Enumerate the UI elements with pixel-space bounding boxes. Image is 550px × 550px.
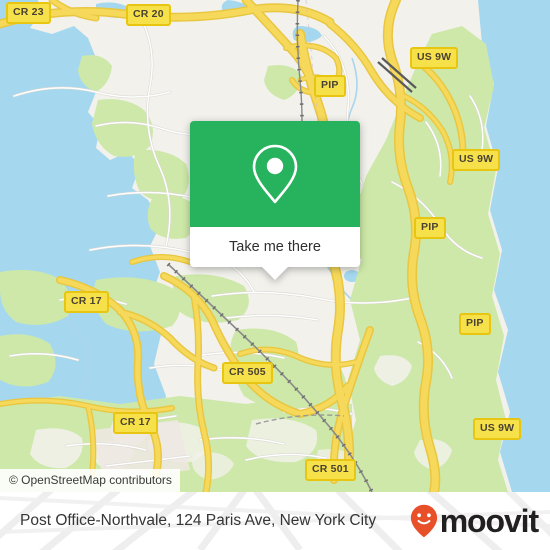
popup-header bbox=[190, 121, 360, 227]
road-shield: CR 17 bbox=[113, 412, 158, 434]
road-shield: PIP bbox=[414, 217, 446, 239]
take-me-there-label: Take me there bbox=[229, 239, 321, 255]
moovit-wordmark: moovit bbox=[439, 503, 539, 539]
road-shield: PIP bbox=[314, 75, 346, 97]
road-shield: CR 17 bbox=[64, 291, 109, 313]
map-canvas[interactable]: CR 23 CR 20 US 9W PIP US 9W PIP CR 17 PIP CR 505… bbox=[0, 0, 550, 492]
map-attribution[interactable]: © OpenStreetMap contributors bbox=[0, 469, 180, 492]
place-title: Post Office-Northvale, 124 Paris Ave, Ne… bbox=[20, 512, 377, 529]
road-shield: CR 505 bbox=[222, 362, 273, 384]
popup-footer[interactable]: Take me there bbox=[190, 227, 360, 280]
map-popup-card[interactable]: Take me there bbox=[190, 121, 360, 280]
road-shield: PIP bbox=[459, 313, 491, 335]
road-shield: US 9W bbox=[410, 47, 459, 69]
moovit-logo[interactable]: moovit bbox=[410, 503, 539, 539]
road-shield: US 9W bbox=[473, 418, 522, 440]
location-pin-icon bbox=[252, 144, 298, 204]
road-shield: US 9W bbox=[452, 149, 501, 171]
bottom-info-bar: Post Office-Northvale, 124 Paris Ave, Ne… bbox=[0, 492, 550, 550]
moovit-map-screen: CR 23 CR 20 US 9W PIP US 9W PIP CR 17 PIP CR 505… bbox=[0, 0, 550, 550]
road-shield: CR 501 bbox=[305, 459, 356, 481]
moovit-smiley-pin-icon bbox=[410, 504, 437, 538]
road-shield: CR 23 bbox=[6, 2, 51, 24]
road-shield: CR 20 bbox=[126, 4, 171, 26]
popup-tail-pointer bbox=[262, 267, 288, 280]
